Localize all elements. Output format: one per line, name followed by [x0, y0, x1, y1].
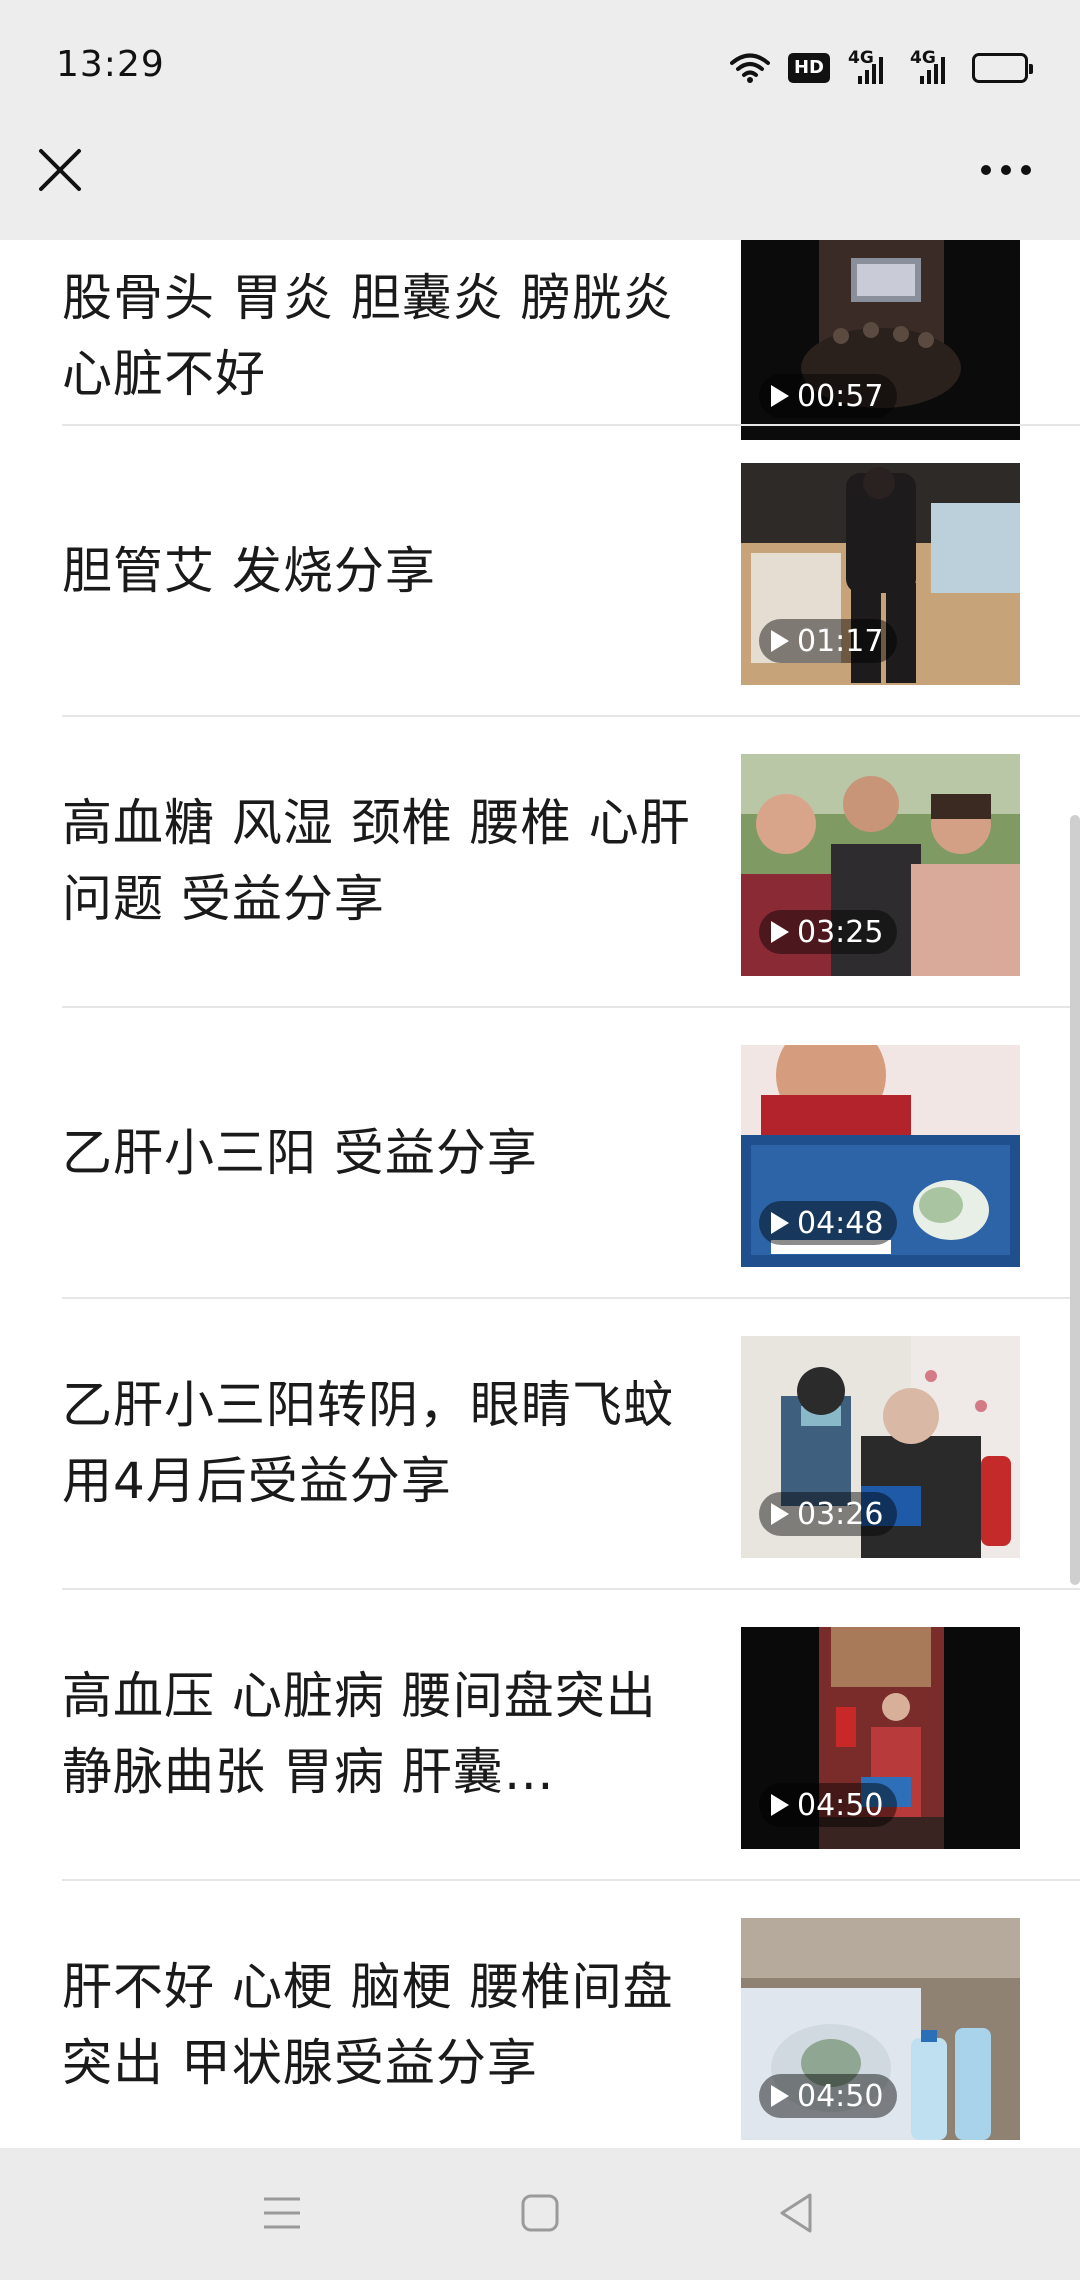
play-icon — [771, 1503, 789, 1525]
play-icon — [771, 2085, 789, 2107]
video-duration: 04:50 — [759, 2074, 898, 2118]
more-dot-icon — [981, 165, 991, 175]
list-item[interactable]: 乙肝小三阳转阴，眼睛飞蚊 用4月后受益分享 03:26 — [0, 1299, 1080, 1590]
video-duration: 04:48 — [759, 1201, 898, 1245]
more-dot-icon — [1001, 165, 1011, 175]
list-item[interactable]: 高血压 心脏病 腰间盘突出 静脉曲张 胃病 肝囊… 04:50 — [0, 1590, 1080, 1881]
video-duration: 00:57 — [759, 374, 898, 418]
menu-icon — [264, 2197, 300, 2229]
duration-text: 04:50 — [797, 1787, 884, 1823]
video-duration: 03:25 — [759, 910, 898, 954]
close-icon — [39, 149, 81, 191]
play-icon — [771, 1794, 789, 1816]
signal-4g-icon-2: 4G — [910, 48, 954, 86]
top-bar: 13:29 HD 4G 4G — [0, 0, 1080, 240]
video-thumbnail[interactable]: 04:50 — [741, 1627, 1020, 1849]
home-square-icon — [521, 2194, 559, 2232]
menu-button[interactable] — [242, 2178, 322, 2248]
status-icons: HD 4G 4G — [729, 48, 1033, 88]
screen: 13:29 HD 4G 4G 股骨头 胃炎 胆囊炎 膀胱炎 心脏不好 00:57… — [0, 0, 1080, 2280]
article-title: 高血糖 风湿 颈椎 腰椎 心肝问题 受益分享 — [62, 794, 691, 928]
duration-text: 01:17 — [797, 623, 884, 659]
more-dot-icon — [1021, 165, 1031, 175]
play-icon — [771, 630, 789, 652]
list-item[interactable]: 胆管艾 发烧分享 01:17 — [0, 426, 1080, 717]
article-title: 乙肝小三阳转阴，眼睛飞蚊 用4月后受益分享 — [62, 1376, 674, 1510]
article-title: 乙肝小三阳 受益分享 — [62, 1124, 538, 1182]
video-thumbnail[interactable]: 03:25 — [741, 754, 1020, 976]
article-list: 股骨头 胃炎 胆囊炎 膀胱炎 心脏不好 00:57 胆管艾 发烧分享 01:17… — [0, 240, 1080, 2148]
hd-label: HD — [787, 53, 830, 83]
signal-4g-icon-1: 4G — [848, 48, 892, 86]
back-button[interactable] — [756, 2178, 836, 2248]
list-item[interactable]: 高血糖 风湿 颈椎 腰椎 心肝问题 受益分享 03:25 — [0, 717, 1080, 1008]
article-title: 胆管艾 发烧分享 — [62, 542, 436, 600]
wifi-icon — [729, 50, 770, 86]
article-title: 肝不好 心梗 脑梗 腰椎间盘突出 甲状腺受益分享 — [62, 1958, 674, 2092]
title-bar — [0, 130, 1080, 240]
duration-text: 04:50 — [797, 2078, 884, 2114]
video-thumbnail[interactable]: 04:48 — [741, 1045, 1020, 1267]
video-thumbnail[interactable]: 00:57 — [741, 240, 1020, 440]
article-title: 高血压 心脏病 腰间盘突出 静脉曲张 胃病 肝囊… — [62, 1667, 657, 1801]
list-item[interactable]: 股骨头 胃炎 胆囊炎 膀胱炎 心脏不好 00:57 — [0, 240, 1080, 440]
duration-text: 00:57 — [797, 378, 884, 414]
play-icon — [771, 385, 789, 407]
home-button[interactable] — [500, 2178, 580, 2248]
battery-icon — [972, 50, 1033, 86]
more-options-button[interactable] — [968, 130, 1044, 210]
list-item[interactable]: 乙肝小三阳 受益分享 04:48 — [0, 1008, 1080, 1299]
close-button[interactable] — [28, 130, 92, 210]
scrollbar[interactable] — [1070, 815, 1080, 1585]
video-thumbnail[interactable]: 01:17 — [741, 463, 1020, 685]
video-duration: 04:50 — [759, 1783, 898, 1827]
signal-bars-1 — [858, 56, 883, 84]
back-triangle-icon — [780, 2193, 812, 2233]
video-thumbnail[interactable]: 04:50 — [741, 1918, 1020, 2140]
status-bar: 13:29 HD 4G 4G — [0, 0, 1080, 130]
play-icon — [771, 1212, 789, 1234]
hd-voice-icon: HD — [787, 50, 830, 86]
duration-text: 03:26 — [797, 1496, 884, 1532]
video-thumbnail[interactable]: 03:26 — [741, 1336, 1020, 1558]
status-time: 13:29 — [56, 44, 165, 85]
duration-text: 04:48 — [797, 1205, 884, 1241]
video-duration: 01:17 — [759, 619, 898, 663]
article-title: 股骨头 胃炎 胆囊炎 膀胱炎 心脏不好 — [62, 269, 674, 403]
list-item[interactable]: 肝不好 心梗 脑梗 腰椎间盘突出 甲状腺受益分享 04:50 — [0, 1881, 1080, 2148]
signal-bars-2 — [920, 56, 945, 84]
play-icon — [771, 921, 789, 943]
duration-text: 03:25 — [797, 914, 884, 950]
system-nav-bar — [0, 2148, 1080, 2280]
video-duration: 03:26 — [759, 1492, 898, 1536]
